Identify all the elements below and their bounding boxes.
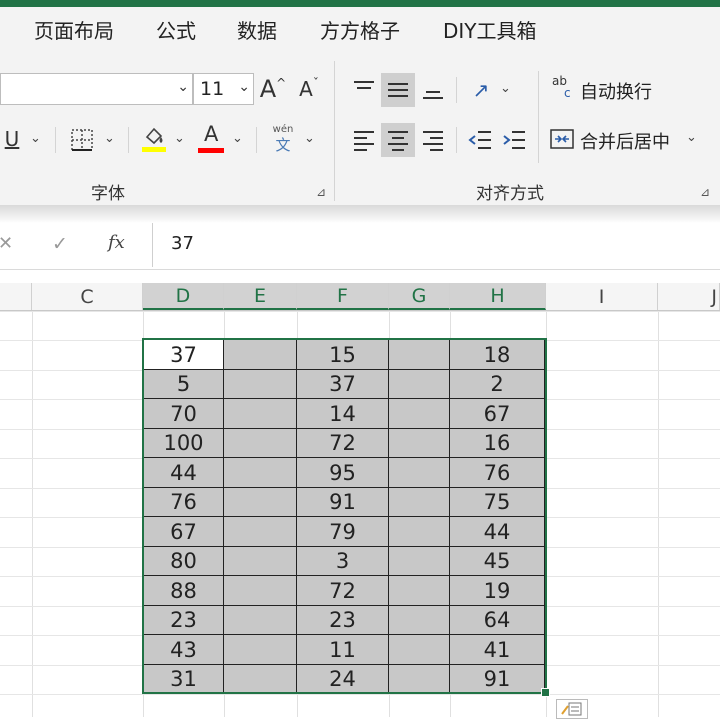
column-header-d[interactable]: D [143, 283, 224, 310]
ribbon-tab-bar: 页面布局 公式 数据 方方格子 DIY工具箱 [0, 7, 720, 51]
font-name-combo[interactable]: ⌄ [0, 73, 193, 105]
align-bottom-button[interactable] [417, 73, 449, 107]
column-header-g[interactable]: G [389, 283, 450, 310]
quick-analysis-button[interactable] [556, 699, 588, 719]
align-right-icon [423, 131, 443, 151]
tab-page-layout[interactable]: 页面布局 [34, 15, 114, 44]
tab-diy-toolbox[interactable]: DIY工具箱 [443, 15, 537, 44]
fill-handle[interactable] [541, 688, 550, 697]
grid-line-horizontal [0, 694, 720, 695]
column-header-b[interactable] [0, 283, 32, 310]
fill-color-button[interactable] [139, 121, 169, 155]
chevron-down-icon: ⌄ [30, 131, 41, 146]
tab-fangfang-gezi[interactable]: 方方格子 [320, 15, 400, 44]
grid-line-horizontal [0, 311, 720, 312]
chevron-down-icon[interactable]: ⌄ [686, 130, 697, 145]
underline-button[interactable]: U [0, 123, 24, 155]
text-orientation-icon: ↗ [472, 78, 490, 102]
align-left-icon [354, 131, 374, 151]
divider [456, 127, 457, 153]
paint-bucket-icon [142, 127, 166, 152]
font-color-swatch [198, 148, 224, 153]
wrap-text-label: 自动换行 [580, 82, 652, 103]
ribbon-accent-strip [0, 0, 720, 7]
tab-data[interactable]: 数据 [237, 15, 277, 44]
font-size-combo[interactable]: 11 ⌄ [193, 73, 254, 105]
phonetic-guide-button[interactable]: wén 文 [266, 121, 300, 157]
font-color-label: A [204, 122, 219, 146]
underline-label: U [4, 127, 20, 151]
column-header-h[interactable]: H [450, 283, 546, 310]
decrease-indent-icon [468, 131, 491, 149]
cancel-icon[interactable]: ✕ [0, 233, 13, 254]
dialog-launcher-icon[interactable]: ⊿ [316, 185, 326, 199]
wrap-text-icon-bottom: c [564, 86, 571, 100]
align-center-icon [388, 131, 408, 151]
orientation-button[interactable]: ↗ [464, 73, 498, 107]
formula-input[interactable]: 37 [152, 223, 720, 267]
alignment-group-label: 对齐方式 [476, 184, 544, 204]
align-top-icon [354, 81, 374, 89]
merge-center-icon [550, 129, 574, 149]
shrink-font-button[interactable]: Aˇ [294, 73, 324, 105]
borders-button[interactable] [66, 125, 98, 155]
chevron-down-icon: ⌄ [238, 79, 250, 95]
enter-icon[interactable]: ✓ [52, 233, 68, 255]
font-color-button[interactable]: A [197, 121, 225, 155]
divider [128, 127, 129, 153]
column-header-row: C D E F G H I J [0, 283, 720, 311]
divider [538, 71, 539, 163]
insert-function-icon[interactable]: fx [108, 232, 125, 253]
align-right-button[interactable] [417, 123, 449, 157]
font-group-label: 字体 [91, 184, 125, 204]
align-middle-button[interactable] [381, 73, 415, 107]
column-header-f[interactable]: F [297, 283, 389, 310]
phonetic-guide-bottom: 文 [275, 136, 291, 154]
merge-center-button[interactable]: 合并后居中 ⌄ [550, 123, 710, 157]
divider [256, 127, 257, 153]
group-divider [334, 61, 335, 201]
formula-bar: ✕ ✓ fx 37 [0, 223, 720, 270]
font-size-value: 11 [200, 78, 225, 100]
formula-value: 37 [171, 233, 194, 254]
shrink-font-label: A [299, 77, 313, 101]
align-center-button[interactable] [381, 123, 415, 157]
chevron-down-icon: ⌄ [304, 131, 315, 146]
divider [55, 127, 56, 153]
chevron-down-icon: ⌄ [232, 131, 243, 146]
grow-font-label: A [259, 75, 277, 103]
grow-font-button[interactable]: A ^ [258, 73, 288, 105]
increase-indent-button[interactable] [498, 123, 530, 157]
decrease-indent-button[interactable] [464, 123, 496, 157]
merge-center-label: 合并后居中 [580, 132, 670, 153]
caret-up-icon: ^ [276, 76, 287, 90]
ribbon-shadow [0, 205, 720, 223]
chevron-down-icon: ⌄ [500, 81, 511, 96]
grid-line-vertical [658, 311, 659, 717]
column-header-j[interactable]: J [658, 283, 720, 310]
dialog-launcher-icon[interactable]: ⊿ [700, 185, 710, 199]
align-left-button[interactable] [348, 123, 380, 157]
selection-outline [142, 338, 547, 694]
borders-icon [71, 129, 93, 151]
ribbon-home-panel: ⌄ 11 ⌄ A ^ Aˇ U ⌄ ⌄ ⌄ A ⌄ wén 文 ⌄ 字体 ⊿ ↗… [0, 51, 720, 205]
caret-down-icon: ˇ [312, 76, 319, 90]
increase-indent-icon [503, 131, 525, 149]
column-header-i[interactable]: I [546, 283, 658, 310]
chevron-down-icon: ⌄ [174, 131, 185, 146]
tab-formulas[interactable]: 公式 [156, 15, 196, 44]
wrap-text-button[interactable]: ab c 自动换行 [550, 75, 710, 107]
phonetic-guide-top: wén [272, 124, 294, 135]
align-top-button[interactable] [348, 73, 380, 107]
quick-analysis-icon [561, 702, 582, 716]
chevron-down-icon: ⌄ [104, 131, 115, 146]
chevron-down-icon: ⌄ [177, 79, 189, 95]
align-middle-icon [388, 83, 408, 97]
grid-line-vertical [32, 311, 33, 717]
divider [456, 77, 457, 103]
align-bottom-icon [423, 91, 443, 99]
column-header-e[interactable]: E [224, 283, 297, 310]
column-header-c[interactable]: C [32, 283, 143, 310]
